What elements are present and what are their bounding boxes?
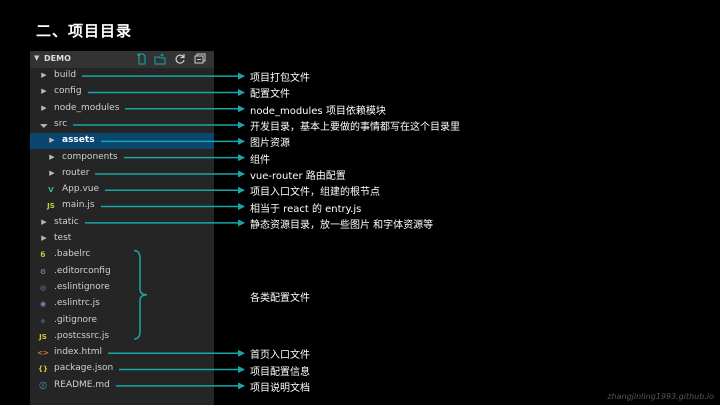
annotation-text: 配置文件 (250, 89, 290, 101)
config-files-brace (133, 249, 148, 340)
annotation-text: 各类配置文件 (250, 293, 310, 305)
annotation-text: 图片资源 (250, 138, 290, 150)
annotation-text: 开发目录，基本上要做的事情都写在这个目录里 (250, 122, 460, 134)
watermark: zhangjinling1993.github.io (607, 392, 714, 401)
annotation-text: 项目说明文档 (250, 382, 310, 394)
annotation-text: 项目入口文件，组建的根节点 (250, 187, 380, 199)
annotation-text: 项目配置信息 (250, 366, 310, 378)
annotation-text: 首页入口文件 (250, 350, 310, 362)
annotation-text: 静态资源目录，放一些图片 和字体资源等 (250, 219, 434, 231)
annotation-text: 组件 (250, 154, 270, 166)
annotation-text: node_modules 项目依赖模块 (250, 105, 386, 117)
annotation-text: 项目打包文件 (250, 73, 310, 85)
annotation-text: vue-router 路由配置 (250, 170, 346, 182)
annotation-text: 相当于 react 的 entry.js (250, 203, 362, 215)
